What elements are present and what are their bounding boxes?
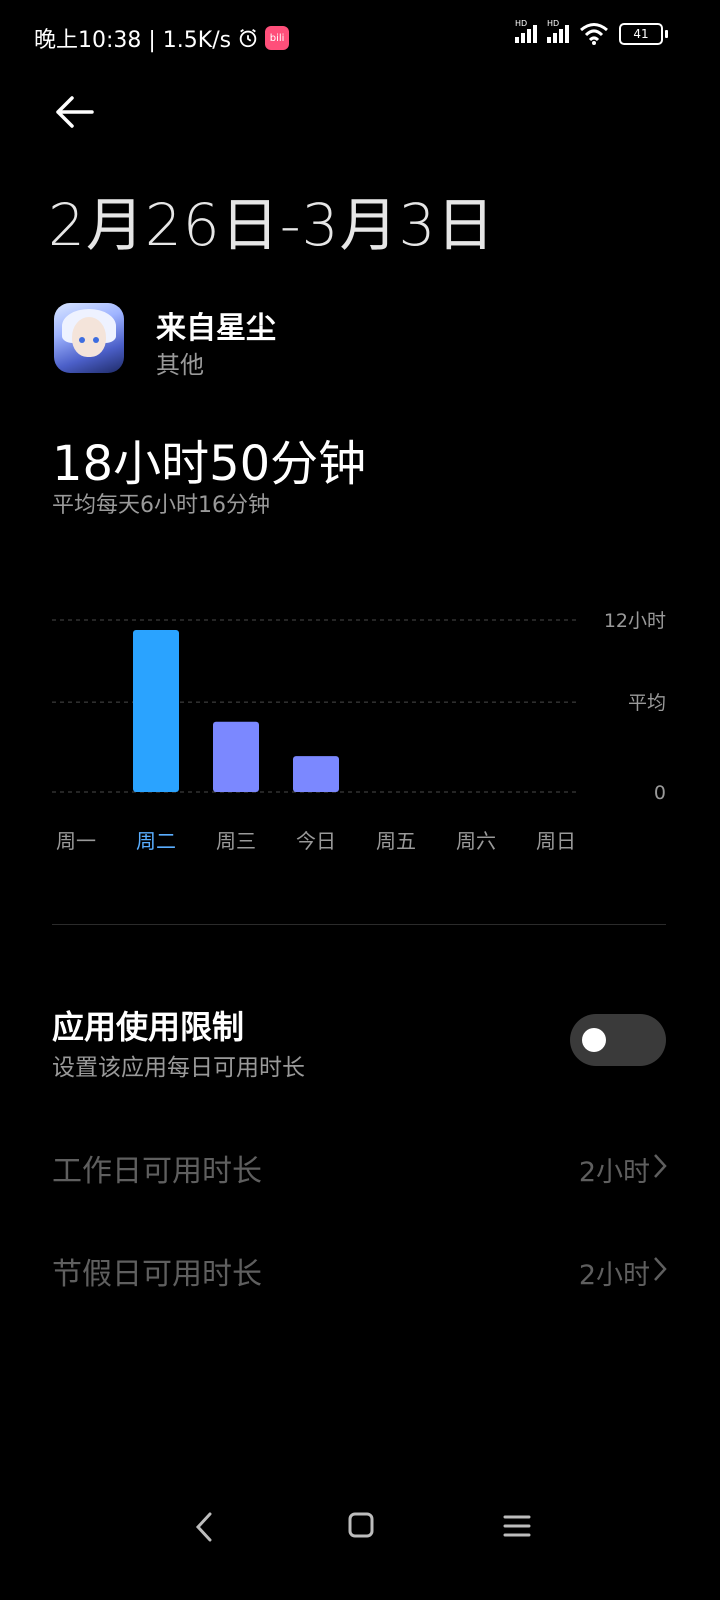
toggle-knob bbox=[582, 1028, 606, 1052]
status-time-network: 晚上10:38 | 1.5K/s bbox=[34, 28, 232, 53]
day-label[interactable]: 今日 bbox=[296, 829, 336, 853]
usage-bar[interactable] bbox=[293, 756, 339, 792]
app-category: 其他 bbox=[156, 351, 204, 379]
signal-icon: HD bbox=[515, 19, 537, 43]
chevron-right-icon[interactable] bbox=[652, 1153, 668, 1179]
day-label[interactable]: 周一 bbox=[56, 829, 96, 853]
nav-home-icon[interactable] bbox=[346, 1510, 376, 1540]
reference-label: 12小时 bbox=[604, 610, 666, 632]
alarm-icon bbox=[239, 28, 257, 48]
bilibili-icon: bili bbox=[265, 26, 290, 50]
wifi-icon bbox=[580, 23, 608, 45]
day-label[interactable]: 周三 bbox=[216, 829, 256, 853]
app-name: 来自星尘 bbox=[156, 311, 276, 346]
day-label[interactable]: 周二 bbox=[136, 829, 176, 853]
app-icon bbox=[54, 303, 124, 373]
total-usage-time: 18小时50分钟 bbox=[52, 436, 367, 492]
limit-toggle[interactable] bbox=[570, 1014, 666, 1066]
back-arrow-icon[interactable] bbox=[50, 92, 100, 132]
weekday-limit-label[interactable]: 工作日可用时长 bbox=[52, 1146, 262, 1190]
status-right: HD HD 41 bbox=[515, 19, 668, 46]
chevron-right-icon[interactable] bbox=[652, 1256, 668, 1282]
average-usage-text: 平均每天6小时16分钟 bbox=[52, 493, 270, 518]
day-label[interactable]: 周五 bbox=[376, 829, 416, 853]
battery-icon: 41 bbox=[619, 23, 668, 45]
usage-bar[interactable] bbox=[213, 721, 259, 792]
signal-icon: HD bbox=[547, 19, 569, 43]
battery-level: 41 bbox=[633, 27, 649, 41]
reference-label: 平均 bbox=[628, 692, 666, 714]
limit-subtitle: 设置该应用每日可用时长 bbox=[52, 1055, 305, 1081]
weekday-limit-value[interactable]: 2小时 bbox=[579, 1150, 650, 1189]
limit-title: 应用使用限制 bbox=[52, 1008, 245, 1046]
date-range-title: 2月26日-3月3日 bbox=[48, 191, 496, 259]
usage-bar[interactable] bbox=[133, 630, 179, 792]
day-label[interactable]: 周日 bbox=[536, 829, 576, 853]
holiday-limit-value[interactable]: 2小时 bbox=[579, 1253, 650, 1292]
status-left: 晚上10:38 | 1.5K/s bili bbox=[34, 22, 290, 54]
usage-bar-chart: 12小时平均 0 周一 周二 周三 今日 周五 周六 周日 bbox=[52, 610, 666, 853]
divider bbox=[52, 924, 666, 925]
nav-menu-icon[interactable] bbox=[502, 1512, 532, 1540]
day-label[interactable]: 周六 bbox=[456, 829, 496, 853]
reference-label: 0 bbox=[654, 782, 666, 804]
nav-back-icon[interactable] bbox=[190, 1510, 220, 1544]
holiday-limit-label[interactable]: 节假日可用时长 bbox=[52, 1249, 262, 1293]
